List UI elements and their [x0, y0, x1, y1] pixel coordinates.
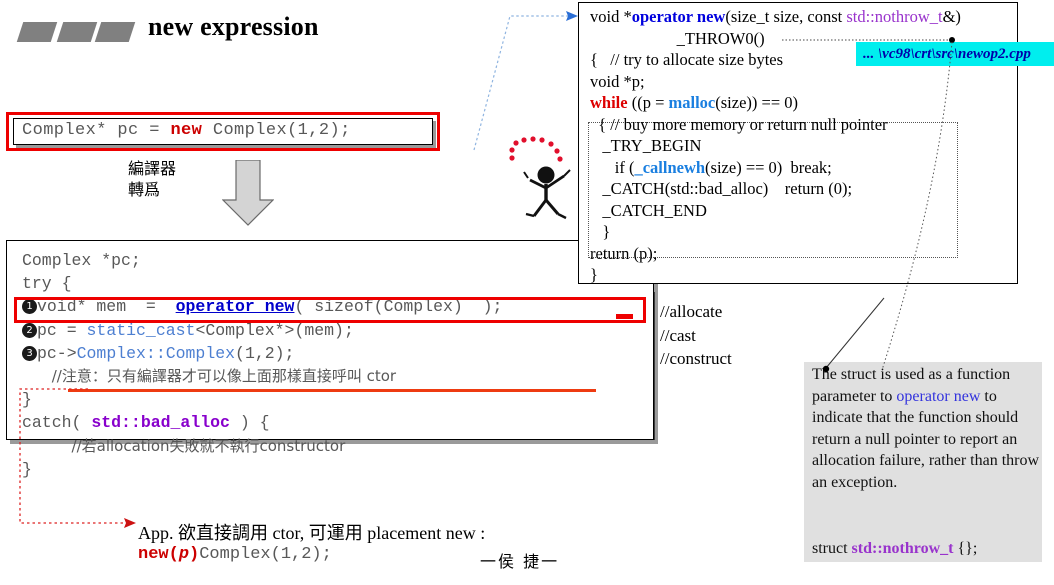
placement-new-kw: new(: [138, 545, 179, 564]
src-kw-while: while: [590, 93, 628, 112]
blue-dotted-arrow-icon: [473, 11, 578, 151]
red-dots-arc-icon: [509, 136, 563, 162]
placement-new-rest: Complex(1,2);: [199, 545, 332, 564]
stick-figure-icon: [523, 166, 571, 220]
code-line-5: pc->Complex::Complex(1,2);: [37, 343, 295, 363]
main-code-text: Complex *pc; try { 1 void* mem = operator…: [22, 249, 502, 481]
code-line-10: }: [22, 459, 32, 479]
struct-nothrow-t: std::nothrow_t: [851, 540, 954, 557]
struct-kw: struct: [812, 540, 852, 557]
src-line-voidp: void *p;: [590, 71, 645, 91]
src-line-while-rest: ((p = malloc(size)) == 0): [627, 93, 799, 112]
explanation-text: The struct is used as a function paramet…: [812, 364, 1044, 493]
line1-highlight: [14, 297, 646, 323]
top-code-prefix: Complex* pc =: [22, 121, 171, 140]
compiler-note: 編譯器 轉爲: [128, 158, 176, 200]
three-parallelograms-icon: [16, 20, 136, 44]
step-badge-2: 2: [22, 322, 37, 338]
src-line-return: return (p);: [590, 243, 658, 263]
src-line-buy: { // buy more memory or return null poin…: [590, 114, 888, 134]
src-line-end: }: [590, 265, 598, 284]
author-signature: 一侯 捷一: [480, 552, 560, 571]
new-keyword: new: [170, 121, 203, 140]
top-code-suffix: Complex(1,2);: [202, 121, 351, 140]
placement-new-close: ): [189, 545, 200, 564]
src-line-brace: { // try to allocate size bytes: [590, 50, 784, 69]
code-line-7: }: [22, 390, 32, 410]
placement-new-code: new(p)Complex(1,2);: [138, 545, 332, 564]
code-line-2: try {: [22, 274, 72, 294]
comments-divider: [654, 292, 655, 440]
code-line-4: pc = static_cast<Complex*>(mem);: [37, 320, 354, 340]
sig-nothrow-t: std::nothrow_t: [846, 7, 943, 26]
slide-canvas: new expression Complex* pc = new Complex…: [0, 0, 1054, 585]
side-comment-allocate: //allocate: [660, 302, 723, 321]
compiler-note-line2: 轉爲: [128, 180, 161, 199]
compiler-note-line1: 編譯器: [128, 159, 177, 178]
source-file-label: ... \vc98\crt\src\newop2.cpp: [856, 42, 1054, 66]
code-line-9-comment: //若allocation失敗就不執行constructor: [71, 436, 346, 455]
side-comment-cast: //cast: [660, 325, 696, 345]
sig-operator-new: operator new: [631, 7, 726, 26]
strikethrough-line: [68, 389, 596, 392]
struct-braces: {};: [953, 540, 978, 557]
size-arg-marker: [616, 314, 633, 319]
side-comments: //allocate //cast //construct: [660, 300, 732, 371]
placement-new-note: App. 欲直接調用 ctor, 可運用 placement new :: [138, 523, 486, 543]
code-line-1: Complex *pc;: [22, 251, 141, 270]
step-badge-3: 3: [22, 345, 37, 361]
side-comment-construct: //construct: [660, 349, 732, 368]
src-line-catch: _CATCH(std::bad_alloc) return (0);: [590, 179, 853, 198]
sig-args-pre: (size_t size, const: [725, 7, 847, 26]
struct-declaration: struct std::nothrow_t {};: [812, 540, 977, 558]
src-line-if: if (_callnewh(size) == 0) break;: [590, 157, 832, 177]
placement-new-param: p: [178, 545, 190, 564]
src-line-trybegin: _TRY_BEGIN: [590, 136, 702, 155]
code-line-8: catch( std::bad_alloc ) {: [22, 413, 270, 433]
down-arrow-icon: [222, 160, 274, 226]
src-line-catchend: _CATCH_END: [590, 200, 707, 220]
page-title: new expression: [148, 12, 319, 41]
sig-throw0: _THROW0(): [676, 28, 765, 48]
src-line-closebrace: }: [590, 222, 611, 241]
code-line-6-comment: //注意：只有編譯器才可以像上面那樣直接呼叫 ctor: [51, 367, 397, 386]
explanation-operator-new: operator new: [896, 387, 981, 405]
sig-void-star: void *: [590, 7, 632, 26]
sig-args-post: &): [942, 7, 961, 26]
top-expression-code: Complex* pc = new Complex(1,2);: [22, 121, 351, 140]
